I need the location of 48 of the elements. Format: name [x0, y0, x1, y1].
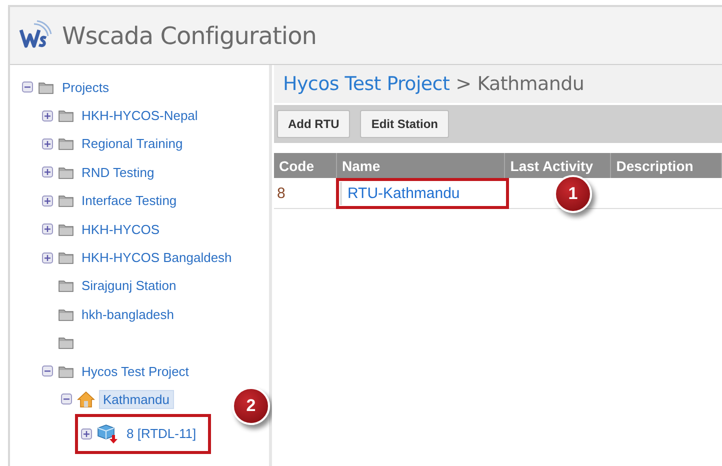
house-icon: [77, 390, 95, 408]
expand-icon[interactable]: [42, 252, 52, 264]
callout-badge: 1: [554, 175, 592, 213]
tree-item[interactable]: Projects: [59, 78, 112, 96]
collapse-icon[interactable]: [42, 365, 52, 378]
folder-icon: [58, 336, 74, 350]
folder-icon: [58, 308, 74, 321]
expand-icon[interactable]: [42, 223, 52, 236]
folder-icon: [58, 166, 74, 179]
tree-item[interactable]: Sirajgunj Station: [78, 277, 180, 294]
folder-icon: [58, 194, 74, 208]
tree-item[interactable]: Kathmandu: [100, 390, 172, 408]
tree-item[interactable]: 8 [RTDL-11]: [124, 425, 200, 442]
column-header[interactable]: Name: [336, 153, 505, 178]
code-cell: 8: [274, 178, 336, 208]
tree-item[interactable]: RND Testing: [78, 164, 158, 181]
tree-item[interactable]: HKH-HYCOS-Nepal: [78, 107, 201, 124]
toolbar-button[interactable]: Add RTU: [277, 110, 350, 138]
expand-icon[interactable]: [42, 166, 52, 178]
collapse-icon[interactable]: [61, 393, 72, 406]
folder-icon: [58, 222, 74, 236]
tree-item[interactable]: Interface Testing: [78, 192, 180, 210]
collapse-icon[interactable]: [22, 81, 33, 94]
tree-item[interactable]: Hycos Test Project: [78, 362, 192, 380]
breadcrumb-separator: >: [456, 73, 472, 95]
folder-icon: [58, 251, 74, 264]
tree-item[interactable]: HKH-HYCOS: [78, 220, 163, 238]
folder-icon: [58, 279, 74, 292]
folder-icon: [58, 109, 74, 122]
tree-item[interactable]: Regional Training: [78, 135, 186, 152]
callout-badge: 2: [232, 387, 270, 425]
folder-icon: [58, 137, 74, 150]
toolbar-button[interactable]: Edit Station: [360, 110, 449, 138]
breadcrumb-current: Kathmandu: [477, 73, 584, 95]
expand-icon[interactable]: [42, 138, 52, 150]
expand-icon[interactable]: [42, 110, 52, 122]
column-header[interactable]: Last Activity: [504, 153, 611, 178]
tree-item[interactable]: hkh-bangladesh: [78, 306, 178, 323]
expand-icon[interactable]: [42, 194, 52, 207]
column-header[interactable]: Description: [610, 153, 722, 178]
column-header[interactable]: Code: [274, 153, 336, 178]
window-title: Wscada Configuration: [62, 22, 316, 50]
tree-item[interactable]: HKH-HYCOS Bangaldesh: [78, 249, 235, 266]
cube-icon: [96, 424, 118, 444]
folder-icon: [58, 364, 74, 378]
folder-icon: [38, 80, 54, 94]
breadcrumb-link[interactable]: Hycos Test Project: [283, 73, 450, 95]
expand-icon[interactable]: [80, 428, 92, 440]
